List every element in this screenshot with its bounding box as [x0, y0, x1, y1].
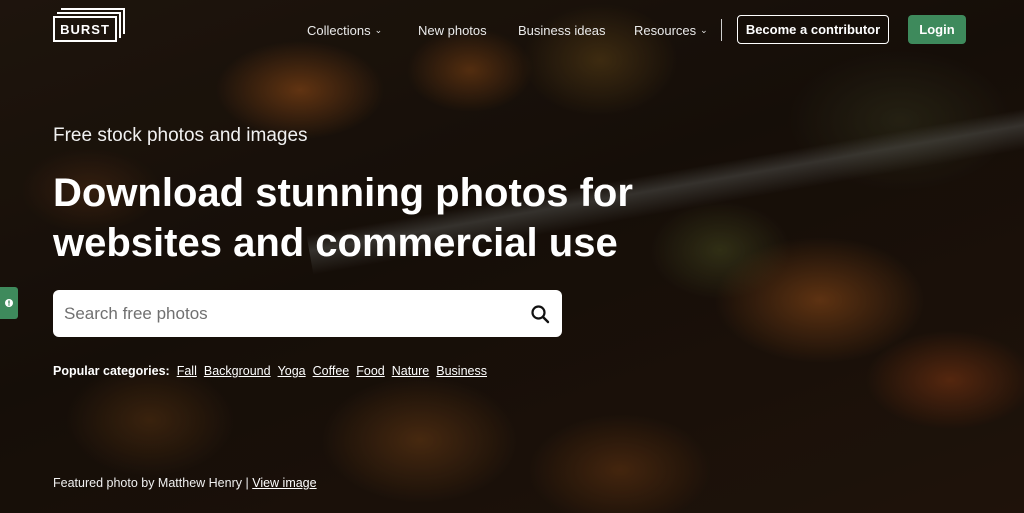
feedback-icon [5, 299, 13, 307]
search-button[interactable] [518, 290, 562, 337]
login-button[interactable]: Login [908, 15, 966, 44]
nav-collections-label: Collections [307, 22, 371, 38]
burst-logo[interactable]: BURST [53, 16, 117, 42]
popular-categories-label: Popular categories: [53, 364, 170, 378]
become-contributor-button[interactable]: Become a contributor [737, 15, 889, 44]
popular-categories: Popular categories: Fall Background Yoga… [53, 364, 487, 378]
view-image-link[interactable]: View image [252, 476, 316, 490]
hero-eyebrow: Free stock photos and images [53, 125, 308, 146]
chevron-down-icon: ⌄ [374, 25, 383, 35]
hero-headline: Download stunning photos for websites an… [53, 171, 633, 265]
category-link-coffee[interactable]: Coffee [313, 364, 350, 378]
search-icon [531, 304, 550, 323]
photo-credit-text: Featured photo by Matthew Henry | [53, 476, 249, 490]
category-link-business[interactable]: Business [436, 364, 487, 378]
category-link-nature[interactable]: Nature [392, 364, 430, 378]
category-link-food[interactable]: Food [356, 364, 385, 378]
photo-credit: Featured photo by Matthew Henry | View i… [53, 476, 317, 490]
category-link-yoga[interactable]: Yoga [278, 364, 306, 378]
category-link-background[interactable]: Background [204, 364, 271, 378]
nav-collections[interactable]: Collections ⌄ [307, 16, 382, 44]
nav-business-ideas[interactable]: Business ideas [518, 16, 605, 44]
nav-resources[interactable]: Resources ⌄ [634, 16, 708, 44]
chevron-down-icon: ⌄ [700, 25, 708, 35]
feedback-tab[interactable] [0, 287, 18, 319]
search-input[interactable] [53, 289, 518, 338]
search-bar [53, 289, 562, 338]
category-link-fall[interactable]: Fall [177, 364, 197, 378]
nav-divider [721, 19, 722, 41]
nav-resources-label: Resources [634, 22, 697, 38]
nav-new-photos[interactable]: New photos [418, 16, 487, 44]
logo-text: BURST [60, 21, 110, 37]
